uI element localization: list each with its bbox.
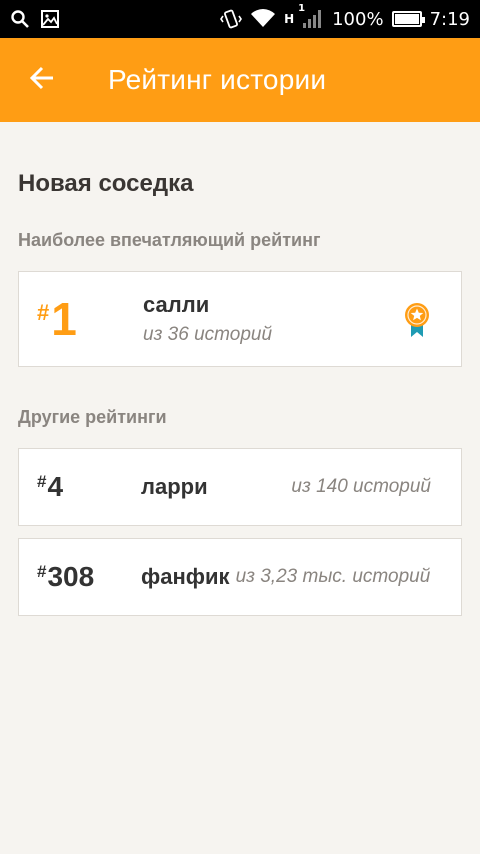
tag-block: салли из 36 историй — [143, 292, 272, 346]
top-rating-card[interactable]: # 1 салли из 36 историй — [18, 271, 462, 367]
rating-row[interactable]: # 308 фанфик из 3,23 тыс. историй — [18, 538, 462, 616]
rating-row[interactable]: # 4 ларри из 140 историй — [18, 448, 462, 526]
rank: # 1 — [19, 296, 143, 342]
image-icon — [40, 9, 60, 29]
tag-name: ларри — [141, 474, 208, 499]
vibrate-icon — [220, 8, 243, 30]
wifi-icon — [250, 9, 276, 29]
rank-hash: # — [37, 472, 47, 491]
battery-icon — [391, 11, 425, 27]
rank: # 4 — [19, 472, 141, 502]
back-button[interactable] — [0, 38, 84, 122]
rank-hash: # — [37, 562, 47, 581]
rank-hash: # — [37, 300, 50, 325]
page-title: Рейтинг истории — [108, 64, 327, 95]
app-bar: Рейтинг истории — [0, 38, 480, 122]
tag-count: из 140 историй — [291, 476, 431, 497]
arrow-left-icon — [29, 65, 55, 96]
rank-number: 1 — [51, 293, 77, 345]
search-icon — [10, 9, 30, 29]
rank-number: 308 — [47, 561, 95, 592]
rank-number: 4 — [47, 471, 64, 502]
signal-icon — [302, 9, 324, 29]
medal-icon — [403, 302, 431, 343]
rank: # 308 — [19, 562, 141, 592]
tag-count: из 3,23 тыс. историй — [235, 566, 431, 587]
story-title: Новая соседка — [18, 170, 194, 197]
network-sup: 1 — [298, 3, 306, 14]
network-type-label: H1 — [284, 3, 306, 26]
clock: 7:19 — [429, 8, 470, 30]
content: Новая соседка Наиболее впечатляющий рейт… — [0, 170, 480, 616]
tag-count: из 36 историй — [143, 324, 273, 345]
battery-fill — [394, 14, 419, 24]
other-ratings-label: Другие рейтинги — [18, 407, 167, 427]
top-rating-label: Наиболее впечатляющий рейтинг — [18, 230, 321, 250]
status-bar: H1 100% 7:19 — [0, 0, 480, 38]
battery-percentage: 100% — [332, 8, 384, 30]
tag-name: фанфик — [141, 564, 230, 589]
tag-name: салли — [143, 292, 210, 317]
